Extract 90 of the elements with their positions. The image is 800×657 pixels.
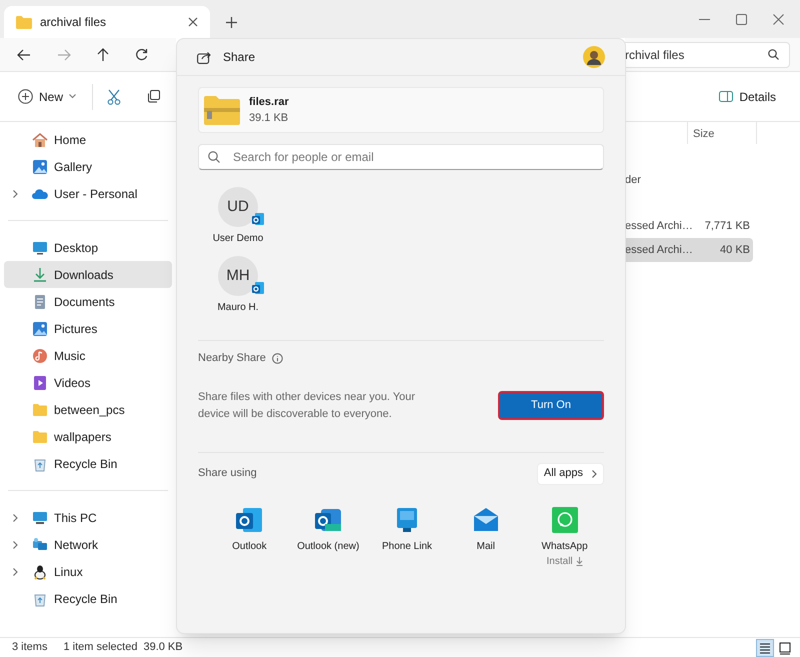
chevron-right-icon[interactable]	[12, 568, 18, 576]
caret-icon	[69, 94, 76, 99]
sidebar-item[interactable]: Documents	[4, 288, 172, 315]
folder-icon	[16, 16, 32, 28]
download-icon	[32, 266, 48, 282]
window-tab[interactable]: archival files	[4, 6, 210, 38]
up-arrow-icon[interactable]	[97, 48, 109, 62]
outlook-icon	[252, 282, 264, 294]
envelope-icon	[472, 506, 499, 532]
address-field[interactable]: rchival files	[625, 42, 790, 68]
contact-tile[interactable]: UD User Demo	[198, 187, 278, 246]
sidebar-item[interactable]: Music	[4, 342, 172, 369]
picture-frame-icon	[32, 320, 48, 336]
section-title: Share using	[198, 466, 257, 482]
new-button[interactable]: New	[12, 82, 82, 110]
maximize-icon[interactable]	[736, 14, 747, 24]
plus-circle-icon	[18, 89, 33, 104]
file-row[interactable]: der	[625, 168, 753, 192]
monitor-icon	[32, 240, 48, 256]
network-icon	[32, 536, 48, 552]
copy-icon[interactable]	[147, 90, 160, 103]
file-row[interactable]: essed Archi… 40 KB	[625, 238, 753, 262]
scissors-icon[interactable]	[107, 88, 122, 104]
view-toggle[interactable]	[756, 638, 774, 656]
penguin-icon	[32, 564, 48, 580]
sidebar-item[interactable]: Linux	[4, 558, 172, 585]
outlook-icon	[236, 506, 262, 532]
column-header[interactable]: Size	[688, 122, 757, 144]
document-icon	[32, 294, 48, 310]
panel-icon	[719, 91, 734, 102]
tab-title: archival files	[40, 14, 108, 31]
share-icon	[197, 50, 211, 64]
app-tile[interactable]: Mail	[446, 506, 526, 568]
selection-count: 1 item selected	[63, 640, 138, 656]
sidebar-item[interactable]: Network	[4, 531, 172, 558]
chevron-right-icon[interactable]	[12, 540, 18, 548]
sidebar-item[interactable]: Recycle Bin	[4, 585, 172, 612]
music-note-icon	[32, 348, 48, 364]
sidebar-item[interactable]: Videos	[4, 369, 172, 396]
file-name: files.rar	[249, 94, 289, 110]
folder-icon	[32, 428, 48, 444]
search-icon	[768, 49, 779, 60]
sidebar-item[interactable]: Home	[4, 126, 172, 153]
dialog-title: Share	[223, 49, 256, 66]
search-field[interactable]: Search for people or email	[198, 144, 604, 170]
add-tab-icon[interactable]	[226, 16, 237, 28]
app-tile[interactable]: Outlook (new)	[288, 506, 368, 568]
nearby-share-description: Share files with other devices near you. Your device will be discoverable to everyone.	[198, 390, 416, 422]
info-icon[interactable]	[272, 352, 283, 364]
details-button[interactable]: Details	[715, 82, 780, 110]
close-icon[interactable]	[188, 17, 198, 27]
folder-icon	[32, 402, 48, 418]
turn-on-button[interactable]: Turn On	[498, 391, 604, 420]
item-count: 3 items	[12, 640, 48, 656]
selection-size: 39.0 KB	[143, 640, 183, 656]
sidebar-item[interactable]: Recycle Bin	[4, 450, 172, 477]
video-icon	[32, 374, 48, 390]
tile-view-icon	[777, 640, 793, 656]
sidebar-item[interactable]: This PC	[4, 504, 172, 531]
picture-frame-icon	[32, 158, 48, 174]
sidebar-item[interactable]: User - Personal	[4, 180, 172, 207]
refresh-icon[interactable]	[135, 48, 148, 61]
back-arrow-icon[interactable]	[17, 48, 31, 60]
sidebar-item[interactable]: between_pcs	[4, 396, 172, 423]
close-icon[interactable]	[773, 14, 784, 24]
avatar-icon[interactable]	[583, 46, 605, 68]
house-icon	[32, 132, 48, 148]
monitor-icon	[32, 510, 48, 526]
contact-tile[interactable]: MH Mauro H.	[198, 256, 278, 315]
app-tile[interactable]: Outlook	[210, 506, 289, 568]
chevron-right-icon[interactable]	[12, 514, 18, 522]
chevron-right-icon	[592, 470, 597, 478]
sidebar-item[interactable]: Desktop	[4, 234, 172, 261]
sidebar-item[interactable]: wallpapers	[4, 423, 172, 450]
section-title: Nearby Share	[198, 351, 266, 366]
app-tile[interactable]: Phone Link	[368, 506, 446, 568]
sidebar-item[interactable]: Pictures	[4, 315, 172, 342]
sidebar-item[interactable]: Gallery	[4, 153, 172, 180]
file-size: 39.1 KB	[249, 111, 289, 126]
file-row[interactable]: essed Archi… 7,771 KB	[625, 214, 753, 238]
sidebar-item[interactable]: Downloads	[4, 261, 172, 288]
chat-bubble-icon	[552, 506, 578, 532]
app-tile[interactable]: WhatsApp Install	[525, 506, 604, 568]
zip-folder-icon	[204, 95, 240, 125]
download-icon	[576, 556, 583, 566]
search-icon	[208, 151, 220, 163]
outlook-icon	[252, 213, 264, 225]
outlook-icon	[315, 506, 342, 532]
all-apps-button[interactable]: All apps	[536, 462, 604, 484]
chevron-right-icon[interactable]	[12, 190, 18, 198]
